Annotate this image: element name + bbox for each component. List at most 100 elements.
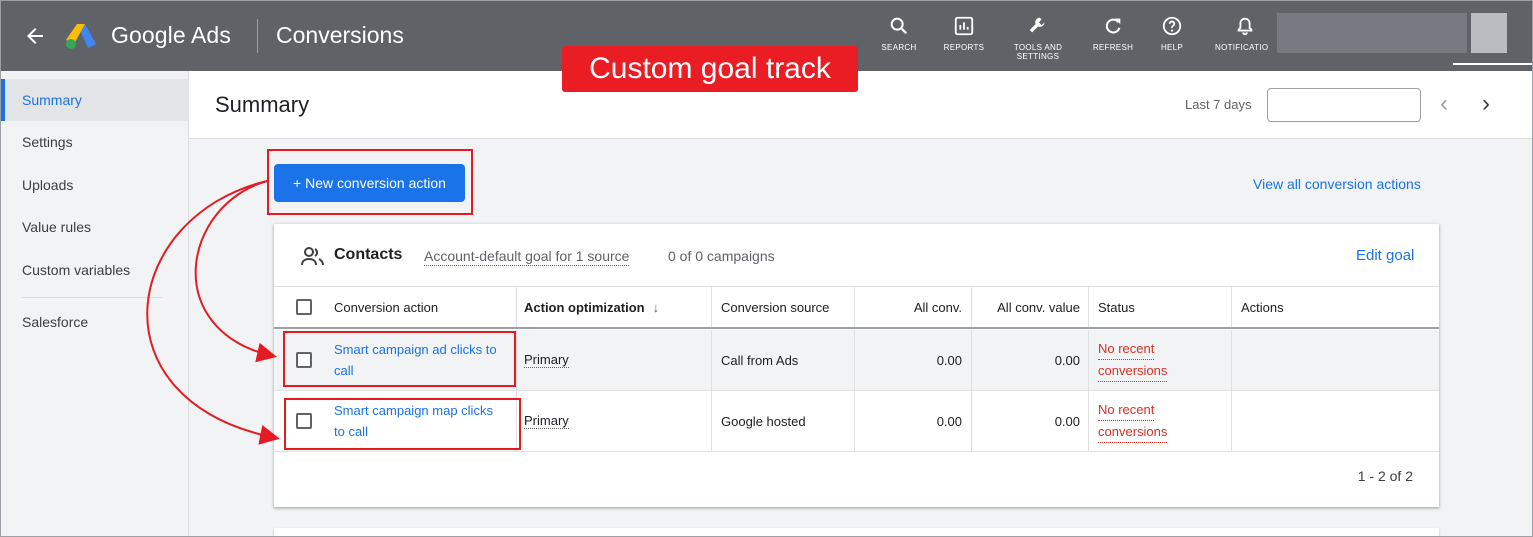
status-line1: No recent <box>1098 338 1155 360</box>
col-action-optimization[interactable]: Action optimization ↓ <box>524 287 659 327</box>
col-conversion-action[interactable]: Conversion action <box>334 287 438 327</box>
column-divider <box>711 330 712 390</box>
table-row: Smart campaign map clicks to call Primar… <box>274 391 1439 452</box>
conversion-action-link[interactable]: Smart campaign map clicks to call <box>334 391 510 451</box>
tools-settings-label: TOOLS AND SETTINGS <box>1013 43 1063 61</box>
sidebar-item-uploads[interactable]: Uploads <box>1 164 189 206</box>
bell-icon <box>1237 17 1253 36</box>
search-button[interactable]: SEARCH <box>879 15 919 52</box>
brand-name: Google Ads <box>111 22 231 48</box>
column-divider <box>1231 391 1232 451</box>
prev-range-chevron-icon[interactable]: ‹ <box>1433 91 1455 117</box>
column-divider <box>711 391 712 451</box>
all-conv-cell: 0.00 <box>936 413 962 429</box>
page-title: Summary <box>215 92 310 117</box>
app-window: Google Ads Conversions SEARCH REPORTS TO… <box>0 0 1533 537</box>
title-divider <box>257 19 258 53</box>
view-all-conversion-actions-link[interactable]: View all conversion actions <box>1253 176 1421 192</box>
refresh-button[interactable]: REFRESH <box>1091 15 1135 52</box>
search-icon <box>890 17 908 35</box>
col-status[interactable]: Status <box>1098 287 1135 327</box>
col-actions: Actions <box>1241 299 1284 315</box>
all-conv-cell: 0.00 <box>936 352 962 368</box>
status-cell[interactable]: No recent conversions <box>1098 391 1168 451</box>
help-icon <box>1162 16 1182 36</box>
tools-settings-button[interactable]: TOOLS AND SETTINGS <box>1009 15 1067 61</box>
account-underline <box>1453 63 1532 65</box>
sidebar-item-summary[interactable]: Summary <box>1 79 189 121</box>
conversion-action-link[interactable]: Smart campaign ad clicks to call <box>334 330 510 390</box>
account-info-redacted <box>1277 13 1467 53</box>
sidebar-divider <box>22 297 162 298</box>
optimization-cell: Primary <box>524 391 569 451</box>
optimization-value[interactable]: Primary <box>524 352 569 368</box>
reports-icon <box>954 16 974 36</box>
column-divider <box>1231 287 1232 327</box>
back-arrow-icon[interactable] <box>23 24 47 48</box>
reports-label: REPORTS <box>943 43 985 52</box>
refresh-icon <box>1105 18 1121 34</box>
sidebar: Summary Settings Uploads Value rules Cus… <box>1 71 189 536</box>
date-range-label: Last 7 days <box>1185 97 1252 112</box>
date-range-picker[interactable] <box>1267 88 1421 122</box>
edit-goal-link[interactable]: Edit goal <box>1356 247 1414 264</box>
contacts-icon <box>301 247 324 266</box>
table-header: Conversion action Action optimization ↓ … <box>274 286 1439 329</box>
status-line2: conversions <box>1098 360 1168 382</box>
help-button[interactable]: HELP <box>1156 15 1188 52</box>
notifications-button[interactable]: NOTIFICATIO <box>1213 15 1277 52</box>
source-cell: Google hosted <box>721 413 806 429</box>
column-divider <box>1088 287 1089 327</box>
sidebar-item-settings[interactable]: Settings <box>1 121 189 163</box>
campaigns-count: 0 of 0 campaigns <box>668 248 775 264</box>
optimization-value[interactable]: Primary <box>524 413 569 429</box>
column-divider <box>1088 330 1089 390</box>
goal-card: Contacts Account-default goal for 1 sour… <box>274 224 1439 507</box>
conversion-action-line1: Smart campaign ad clicks to <box>334 342 497 357</box>
sidebar-item-value-rules[interactable]: Value rules <box>1 206 189 248</box>
col-all-conv[interactable]: All conv. <box>854 287 962 327</box>
conversion-action-line2: to call <box>334 424 368 439</box>
reports-button[interactable]: REPORTS <box>941 15 987 52</box>
search-label: SEARCH <box>881 43 917 52</box>
column-divider <box>516 330 517 390</box>
goal-description[interactable]: Account-default goal for 1 source <box>424 248 630 266</box>
all-conv-value-cell: 0.00 <box>1054 413 1080 429</box>
help-label: HELP <box>1160 43 1184 52</box>
all-conv-value-cell: 0.00 <box>1054 352 1080 368</box>
column-divider <box>516 287 517 327</box>
avatar[interactable] <box>1471 13 1507 53</box>
col-all-conv-value[interactable]: All conv. value <box>971 287 1080 327</box>
top-bar: Google Ads Conversions SEARCH REPORTS TO… <box>1 1 1532 71</box>
summary-header: Summary Last 7 days ‹ › <box>189 71 1532 139</box>
col-action-optimization-label: Action optimization <box>524 299 645 315</box>
table-row: Smart campaign ad clicks to call Primary… <box>274 330 1439 391</box>
status-cell[interactable]: No recent conversions <box>1098 330 1168 390</box>
arrow-to-row1 <box>194 180 277 363</box>
status-line1: No recent <box>1098 399 1155 421</box>
select-all-checkbox[interactable] <box>296 299 312 315</box>
conversion-action-line1: Smart campaign map clicks <box>334 403 493 418</box>
conversion-action-line2: call <box>334 363 354 378</box>
next-goal-card <box>274 528 1439 536</box>
pagination-label: 1 - 2 of 2 <box>1357 468 1413 484</box>
new-conversion-action-button[interactable]: + New conversion action <box>274 164 465 202</box>
google-ads-logo-icon <box>66 24 96 49</box>
column-divider <box>516 391 517 451</box>
col-conversion-source[interactable]: Conversion source <box>721 287 829 327</box>
sidebar-item-custom-variables[interactable]: Custom variables <box>1 249 189 291</box>
column-divider <box>1231 330 1232 390</box>
column-divider <box>711 287 712 327</box>
sort-arrow-icon: ↓ <box>652 299 660 315</box>
source-cell: Call from Ads <box>721 352 799 368</box>
refresh-label: REFRESH <box>1092 43 1134 52</box>
sidebar-item-salesforce[interactable]: Salesforce <box>1 301 189 343</box>
optimization-cell: Primary <box>524 330 569 390</box>
wrench-icon <box>1029 17 1045 33</box>
page-name: Conversions <box>276 22 404 48</box>
row-checkbox[interactable] <box>296 352 312 368</box>
next-range-chevron-icon[interactable]: › <box>1475 91 1497 117</box>
row-checkbox[interactable] <box>296 413 312 429</box>
notifications-label: NOTIFICATIO <box>1215 43 1269 52</box>
status-line2: conversions <box>1098 421 1168 443</box>
